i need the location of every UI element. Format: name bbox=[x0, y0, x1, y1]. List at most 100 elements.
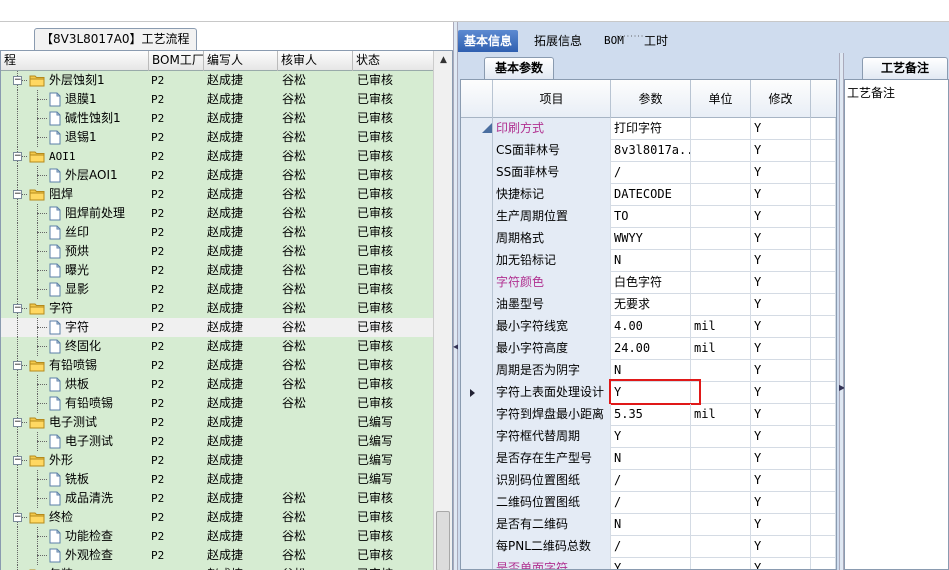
collapse-toggle-icon[interactable]: − bbox=[13, 456, 22, 465]
row-selector[interactable] bbox=[461, 316, 493, 338]
param-value[interactable]: Y bbox=[611, 426, 691, 448]
param-unit[interactable] bbox=[691, 514, 751, 536]
row-selector[interactable] bbox=[461, 206, 493, 228]
param-modify[interactable]: Y bbox=[751, 338, 811, 360]
param-value[interactable]: 无要求 bbox=[611, 294, 691, 316]
param-value[interactable]: N bbox=[611, 250, 691, 272]
param-row[interactable]: 周期格式 WWYY Y bbox=[461, 228, 836, 250]
column-header-status[interactable]: 状态 bbox=[353, 51, 433, 71]
param-modify[interactable]: Y bbox=[751, 272, 811, 294]
tree-row[interactable]: 烘板 P2 赵成捷 谷松 已审核 bbox=[1, 375, 433, 394]
tree-row[interactable]: 成品清洗 P2 赵成捷 谷松 已审核 bbox=[1, 489, 433, 508]
scroll-up-arrow-icon[interactable]: ▲ bbox=[434, 51, 453, 69]
param-row[interactable]: 生产周期位置 TO Y bbox=[461, 206, 836, 228]
tree-row[interactable]: − 字符 P2 赵成捷 谷松 已审核 bbox=[1, 299, 433, 318]
column-header-unit[interactable]: 单位 bbox=[691, 80, 751, 118]
tab-extended-info[interactable]: 拓展信息 bbox=[528, 30, 588, 52]
collapse-toggle-icon[interactable]: − bbox=[13, 418, 22, 427]
param-unit[interactable] bbox=[691, 492, 751, 514]
param-unit[interactable] bbox=[691, 448, 751, 470]
param-modify[interactable]: Y bbox=[751, 206, 811, 228]
column-header-modify[interactable]: 修改 bbox=[751, 80, 811, 118]
param-unit[interactable]: mil bbox=[691, 338, 751, 360]
process-flow-tab[interactable]: 【8V3L8017A0】工艺流程 bbox=[34, 28, 197, 50]
tree-row[interactable]: 字符 P2 赵成捷 谷松 已审核 bbox=[1, 318, 433, 337]
param-unit[interactable] bbox=[691, 118, 751, 140]
scroll-thumb[interactable] bbox=[436, 511, 450, 570]
tree-row[interactable]: 退膜1 P2 赵成捷 谷松 已审核 bbox=[1, 90, 433, 109]
param-value[interactable]: / bbox=[611, 162, 691, 184]
param-row[interactable]: 最小字符高度 24.00 mil Y bbox=[461, 338, 836, 360]
collapse-toggle-icon[interactable]: − bbox=[13, 76, 22, 85]
param-modify[interactable]: Y bbox=[751, 536, 811, 558]
param-modify[interactable]: Y bbox=[751, 228, 811, 250]
param-value[interactable]: 24.00 bbox=[611, 338, 691, 360]
collapse-toggle-icon[interactable]: − bbox=[13, 152, 22, 161]
param-modify[interactable]: Y bbox=[751, 404, 811, 426]
row-selector[interactable] bbox=[461, 382, 493, 404]
tab-process-notes[interactable]: 工艺备注 bbox=[862, 57, 949, 79]
param-row[interactable]: 油墨型号 无要求 Y bbox=[461, 294, 836, 316]
param-row[interactable]: 最小字符线宽 4.00 mil Y bbox=[461, 316, 836, 338]
tree-row[interactable]: − 外层蚀刻1 P2 赵成捷 谷松 已审核 bbox=[1, 71, 433, 90]
param-modify[interactable]: Y bbox=[751, 140, 811, 162]
param-unit[interactable] bbox=[691, 228, 751, 250]
param-row[interactable]: 字符颜色 白色字符 Y bbox=[461, 272, 836, 294]
column-header-process[interactable]: 程 bbox=[1, 51, 149, 71]
row-selector[interactable] bbox=[461, 558, 493, 569]
tree-row[interactable]: 有铅喷锡 P2 赵成捷 谷松 已审核 bbox=[1, 394, 433, 413]
param-row[interactable]: 字符框代替周期 Y Y bbox=[461, 426, 836, 448]
param-row[interactable]: 每PNL二维码总数 / Y bbox=[461, 536, 836, 558]
param-modify[interactable]: Y bbox=[751, 294, 811, 316]
tree-row[interactable]: −包装P2赵成捷谷松已审核 bbox=[1, 565, 433, 570]
param-row[interactable]: 识别码位置图纸 / Y bbox=[461, 470, 836, 492]
tree-row[interactable]: − 外形 P2 赵成捷 已编写 bbox=[1, 451, 433, 470]
collapse-toggle-icon[interactable]: − bbox=[13, 190, 22, 199]
param-row[interactable]: CS面菲林号8v3l8017a... Y bbox=[461, 140, 836, 162]
row-selector[interactable] bbox=[461, 426, 493, 448]
param-row[interactable]: 是否有二维码 N Y bbox=[461, 514, 836, 536]
row-selector[interactable] bbox=[461, 536, 493, 558]
tree-row[interactable]: 功能检查 P2 赵成捷 谷松 已审核 bbox=[1, 527, 433, 546]
tree-row[interactable]: 丝印 P2 赵成捷 谷松 已审核 bbox=[1, 223, 433, 242]
row-selector[interactable] bbox=[461, 448, 493, 470]
param-modify[interactable]: Y bbox=[751, 382, 811, 404]
param-modify[interactable]: Y bbox=[751, 250, 811, 272]
param-modify[interactable]: Y bbox=[751, 426, 811, 448]
row-selector[interactable] bbox=[461, 162, 493, 184]
row-selector[interactable] bbox=[461, 184, 493, 206]
tree-row[interactable]: 碱性蚀刻1 P2 赵成捷 谷松 已审核 bbox=[1, 109, 433, 128]
param-modify[interactable]: Y bbox=[751, 514, 811, 536]
param-value[interactable]: 8v3l8017a... bbox=[611, 140, 691, 162]
tree-row[interactable]: 终固化 P2 赵成捷 谷松 已审核 bbox=[1, 337, 433, 356]
collapse-toggle-icon[interactable]: − bbox=[13, 361, 22, 370]
param-value[interactable]: 白色字符 bbox=[611, 272, 691, 294]
param-unit[interactable] bbox=[691, 140, 751, 162]
tree-row[interactable]: 铣板 P2 赵成捷 已编写 bbox=[1, 470, 433, 489]
param-unit[interactable] bbox=[691, 294, 751, 316]
param-unit[interactable]: mil bbox=[691, 404, 751, 426]
param-unit[interactable]: mil bbox=[691, 316, 751, 338]
param-row[interactable]: 字符到焊盘最小距离 5.35 mil Y bbox=[461, 404, 836, 426]
tree-row[interactable]: − AOI1 P2 赵成捷 谷松 已审核 bbox=[1, 147, 433, 166]
param-modify[interactable]: Y bbox=[751, 162, 811, 184]
param-modify[interactable]: Y bbox=[751, 558, 811, 569]
param-modify[interactable]: Y bbox=[751, 492, 811, 514]
param-unit[interactable] bbox=[691, 206, 751, 228]
param-row[interactable]: 加无铅标记 N Y bbox=[461, 250, 836, 272]
tree-row[interactable]: − 有铅喷锡 P2 赵成捷 谷松 已审核 bbox=[1, 356, 433, 375]
row-selector[interactable] bbox=[461, 140, 493, 162]
tree-row[interactable]: 退锡1 P2 赵成捷 谷松 已审核 bbox=[1, 128, 433, 147]
param-value[interactable]: DATECODE bbox=[611, 184, 691, 206]
tree-row[interactable]: 外观检查 P2 赵成捷 谷松 已审核 bbox=[1, 546, 433, 565]
tree-row[interactable]: 外层AOI1 P2 赵成捷 谷松 已审核 bbox=[1, 166, 433, 185]
param-value[interactable]: Y bbox=[611, 558, 691, 569]
param-modify[interactable]: Y bbox=[751, 448, 811, 470]
param-unit[interactable] bbox=[691, 470, 751, 492]
column-header-bom[interactable]: BOM工厂 bbox=[149, 51, 204, 71]
collapse-toggle-icon[interactable]: − bbox=[13, 304, 22, 313]
param-unit[interactable] bbox=[691, 536, 751, 558]
tab-basic-params[interactable]: 基本参数 bbox=[484, 57, 555, 79]
param-value[interactable]: TO bbox=[611, 206, 691, 228]
column-header-param[interactable]: 参数 bbox=[611, 80, 691, 118]
